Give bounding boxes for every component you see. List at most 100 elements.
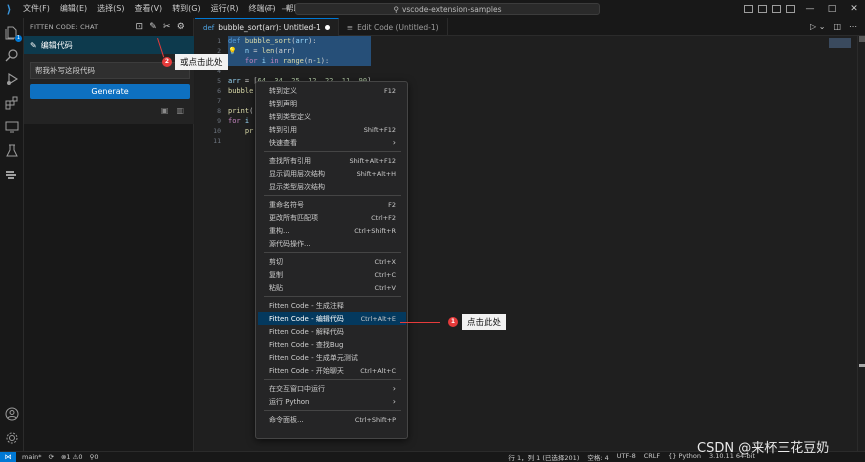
annotation-step2-label: 或点击此处: [175, 54, 228, 70]
context-menu-item[interactable]: Fitten Code - 查找Bug: [258, 338, 406, 351]
context-menu-item[interactable]: 源代码操作...: [258, 237, 406, 250]
toggle-panel-icon[interactable]: [758, 5, 767, 13]
context-menu-item[interactable]: 剪切 Ctrl+X: [258, 255, 406, 268]
split-editor-icon[interactable]: ◫: [833, 22, 841, 31]
fitten-code-icon[interactable]: [5, 168, 19, 182]
code-line[interactable]: [228, 66, 371, 76]
files-icon[interactable]: 1: [5, 26, 22, 42]
editor-scrollbar[interactable]: [857, 36, 865, 451]
menu-item-label: 更改所有匹配项: [269, 213, 318, 222]
account-icon[interactable]: [5, 407, 19, 421]
context-menu-item[interactable]: 显示调用层次结构 Shift+Alt+H: [258, 167, 406, 180]
context-menu-item[interactable]: 重构... Ctrl+Shift+R: [258, 224, 406, 237]
close-button[interactable]: ✕: [843, 0, 865, 18]
menu-edit[interactable]: 编辑(E): [55, 0, 92, 18]
search-icon[interactable]: [5, 48, 19, 62]
menu-item-shortcut: Shift+Alt+H: [356, 169, 396, 178]
context-menu-item[interactable]: 重命名符号 F2: [258, 198, 406, 211]
menu-item-shortcut: Ctrl+C: [374, 270, 396, 279]
menu-item-label: 在交互窗口中运行: [269, 384, 325, 393]
toggle-primary-sidebar-icon[interactable]: [744, 5, 753, 13]
line-number: 10: [213, 127, 221, 135]
testing-icon[interactable]: [5, 144, 19, 158]
trash-icon[interactable]: ▥: [176, 106, 184, 115]
annotation-step1-label: 点击此处: [462, 314, 507, 330]
settings-icon[interactable]: ⚙: [177, 22, 185, 32]
git-branch[interactable]: main*: [22, 453, 42, 461]
menu-item-label: 显示类型层次结构: [269, 182, 325, 191]
minimap[interactable]: [829, 38, 851, 48]
code-line[interactable]: def bubble_sort(arr):: [228, 36, 372, 46]
context-menu-item[interactable]: 转到定义 F12: [258, 84, 406, 97]
context-menu-item[interactable]: 转到类型定义: [258, 110, 406, 123]
context-menu-item[interactable]: 更改所有匹配项 Ctrl+F2: [258, 211, 406, 224]
menu-item-label: Fitten Code - 编辑代码: [269, 314, 344, 323]
ports-count[interactable]: ⚲0: [90, 453, 99, 461]
generate-button[interactable]: Generate: [30, 84, 190, 99]
save-icon[interactable]: ▣: [161, 106, 169, 115]
run-debug-icon[interactable]: [5, 72, 19, 86]
file-encoding[interactable]: UTF-8: [617, 452, 636, 462]
context-menu-item[interactable]: 粘贴 Ctrl+V: [258, 281, 406, 294]
forward-arrow-icon[interactable]: →: [281, 4, 289, 15]
context-menu-item[interactable]: 在交互窗口中运行 ›: [258, 382, 406, 395]
problems-count[interactable]: ⊗1 ⚠0: [61, 453, 83, 461]
run-python-icon[interactable]: ▷ ⌄: [810, 22, 825, 31]
menu-item-label: 重构...: [269, 226, 290, 235]
menu-file[interactable]: 文件(F): [18, 0, 55, 18]
cursor-position[interactable]: 行 1，列 1 (已选择201): [508, 452, 579, 462]
menu-view[interactable]: 查看(V): [129, 0, 167, 18]
back-arrow-icon[interactable]: ←: [266, 4, 274, 15]
context-menu-item[interactable]: 查找所有引用 Shift+Alt+F12: [258, 154, 406, 167]
explorer-badge: 1: [15, 35, 22, 42]
toggle-secondary-sidebar-icon[interactable]: [772, 5, 781, 13]
unsaved-dot-icon[interactable]: [324, 25, 330, 30]
menu-item-shortcut: Ctrl+Shift+P: [354, 415, 396, 424]
maximize-button[interactable]: □: [821, 0, 843, 18]
tools-icon[interactable]: ✂: [163, 22, 171, 32]
tab-edit-code[interactable]: ≡ Edit Code (Untitled-1): [339, 18, 448, 36]
context-menu-item[interactable]: 复制 Ctrl+C: [258, 268, 406, 281]
lightbulb-icon[interactable]: 💡: [228, 46, 237, 56]
minimize-button[interactable]: —: [799, 0, 821, 18]
menu-selection[interactable]: 选择(S): [92, 0, 129, 18]
scrollbar-thumb[interactable]: [859, 36, 865, 42]
context-menu-item[interactable]: 显示类型层次结构: [258, 180, 406, 193]
code-line[interactable]: for i in range(n-1):: [228, 56, 372, 66]
indentation[interactable]: 空格: 4: [587, 452, 608, 462]
context-menu-item[interactable]: Fitten Code - 开始聊天 Ctrl+Alt+C: [258, 364, 406, 377]
new-chat-icon[interactable]: ⊡: [135, 22, 143, 32]
tab-bubble-sort[interactable]: def bubble_sort(arr): Untitled-1: [195, 18, 339, 36]
menu-separator: [264, 410, 401, 411]
context-menu-item[interactable]: Fitten Code - 编辑代码 Ctrl+Alt+E: [258, 312, 406, 325]
remote-indicator[interactable]: ⋈: [0, 451, 16, 462]
context-menu-item[interactable]: 转到引用 Shift+F12: [258, 123, 406, 136]
command-center-search[interactable]: ⚲ vscode-extension-samples: [295, 3, 600, 15]
context-menu-item[interactable]: Fitten Code - 生成注释: [258, 299, 406, 312]
sync-icon[interactable]: ⟳: [49, 453, 54, 461]
menu-run[interactable]: 运行(R): [206, 0, 244, 18]
customize-layout-icon[interactable]: [786, 5, 795, 13]
context-menu-item[interactable]: 运行 Python ›: [258, 395, 406, 408]
more-actions-icon[interactable]: ⋯: [849, 22, 857, 31]
line-number: 8: [217, 107, 221, 115]
editor-context-menu: 转到定义 F12 转到声明 转到类型定义 转到引用 Shift+F12 快速查看 › 查找所有引…: [255, 81, 408, 439]
annotation-step1-number: 1: [448, 317, 458, 327]
context-menu-item[interactable]: Fitten Code - 解释代码: [258, 325, 406, 338]
menu-item-shortcut: Ctrl+Alt+C: [360, 366, 396, 375]
fitten-chat-sidebar: FITTEN CODE: CHAT ⊡ ✎ ✂ ⚙ ✎ 编辑代码 帮我补写这段代…: [24, 18, 194, 451]
code-token: i: [261, 57, 271, 65]
context-menu-item[interactable]: 转到声明: [258, 97, 406, 110]
context-menu-item[interactable]: 快速查看 ›: [258, 136, 406, 149]
context-menu-item[interactable]: 命令面板... Ctrl+Shift+P: [258, 413, 406, 426]
remote-explorer-icon[interactable]: [5, 120, 19, 134]
extensions-icon[interactable]: [5, 96, 19, 110]
settings-gear-icon[interactable]: [5, 431, 19, 445]
menu-go[interactable]: 转到(G): [167, 0, 205, 18]
edit-code-pencil-icon[interactable]: ✎: [149, 22, 157, 32]
sidebar-title: FITTEN CODE: CHAT: [30, 23, 99, 31]
menu-item-label: 粘贴: [269, 283, 283, 292]
context-menu-item[interactable]: Fitten Code - 生成单元测试: [258, 351, 406, 364]
code-line[interactable]: 💡 n = len(arr): [228, 46, 372, 56]
end-of-line[interactable]: CRLF: [644, 452, 660, 462]
